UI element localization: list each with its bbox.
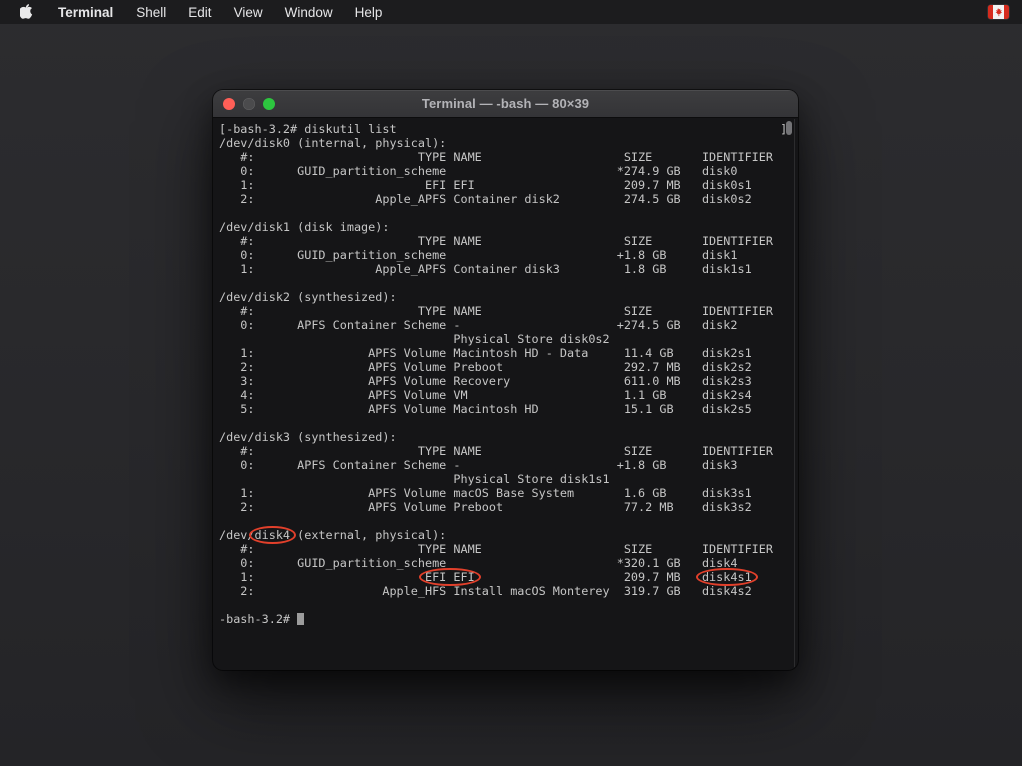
terminal-line: 1: APFS Volume macOS Base System 1.6 GB … bbox=[219, 486, 798, 500]
scrollbar-track bbox=[794, 119, 795, 667]
terminal-line bbox=[219, 514, 798, 528]
traffic-lights bbox=[223, 90, 275, 117]
input-source-menu[interactable] bbox=[985, 0, 1012, 24]
window-title: Terminal — -bash — 80×39 bbox=[422, 96, 589, 111]
terminal-line: 2: APFS Volume Preboot 77.2 MB disk3s2 bbox=[219, 500, 798, 514]
terminal-line: 4: APFS Volume VM 1.1 GB disk2s4 bbox=[219, 388, 798, 402]
terminal-output: [-bash-3.2# diskutil list ]/dev/disk0 (i… bbox=[219, 122, 798, 626]
terminal-content[interactable]: [-bash-3.2# diskutil list ]/dev/disk0 (i… bbox=[213, 119, 798, 670]
menu-window[interactable]: Window bbox=[274, 0, 344, 24]
menu-edit[interactable]: Edit bbox=[177, 0, 222, 24]
terminal-cursor bbox=[297, 613, 304, 625]
terminal-line bbox=[219, 598, 798, 612]
terminal-line: #: TYPE NAME SIZE IDENTIFIER bbox=[219, 444, 798, 458]
close-button[interactable] bbox=[223, 98, 235, 110]
terminal-line bbox=[219, 206, 798, 220]
terminal-line bbox=[219, 276, 798, 290]
terminal-line: [-bash-3.2# diskutil list ] bbox=[219, 122, 798, 136]
canada-flag-icon bbox=[988, 5, 1009, 19]
terminal-line: 5: APFS Volume Macintosh HD 15.1 GB disk… bbox=[219, 402, 798, 416]
terminal-line: 2: APFS Volume Preboot 292.7 MB disk2s2 bbox=[219, 360, 798, 374]
minimize-button[interactable] bbox=[243, 98, 255, 110]
terminal-line: /dev/disk3 (synthesized): bbox=[219, 430, 798, 444]
terminal-line: #: TYPE NAME SIZE IDENTIFIER bbox=[219, 542, 798, 556]
menu-view[interactable]: View bbox=[223, 0, 274, 24]
terminal-line: 2: Apple_APFS Container disk2 274.5 GB d… bbox=[219, 192, 798, 206]
terminal-line: /dev/disk0 (internal, physical): bbox=[219, 136, 798, 150]
terminal-line: #: TYPE NAME SIZE IDENTIFIER bbox=[219, 304, 798, 318]
apple-icon bbox=[20, 3, 33, 22]
terminal-line: /dev/disk4 (external, physical): bbox=[219, 528, 798, 542]
terminal-line: 0: GUID_partition_scheme *274.9 GB disk0 bbox=[219, 164, 798, 178]
menu-bar: Terminal Shell Edit View Window Help bbox=[0, 0, 1022, 24]
terminal-line: Physical Store disk1s1 bbox=[219, 472, 798, 486]
terminal-line: /dev/disk1 (disk image): bbox=[219, 220, 798, 234]
menu-shell[interactable]: Shell bbox=[125, 0, 177, 24]
terminal-line: 2: Apple_HFS Install macOS Monterey 319.… bbox=[219, 584, 798, 598]
terminal-line: 1: APFS Volume Macintosh HD - Data 11.4 … bbox=[219, 346, 798, 360]
terminal-line: -bash-3.2# bbox=[219, 612, 798, 626]
terminal-line: 0: APFS Container Scheme - +274.5 GB dis… bbox=[219, 318, 798, 332]
apple-menu[interactable] bbox=[0, 0, 46, 24]
terminal-line: #: TYPE NAME SIZE IDENTIFIER bbox=[219, 234, 798, 248]
scrollbar-thumb[interactable] bbox=[786, 121, 792, 135]
terminal-line: 1: EFI EFI 209.7 MB disk0s1 bbox=[219, 178, 798, 192]
terminal-line: 1: Apple_APFS Container disk3 1.8 GB dis… bbox=[219, 262, 798, 276]
terminal-line: 0: GUID_partition_scheme *320.1 GB disk4 bbox=[219, 556, 798, 570]
terminal-window: Terminal — -bash — 80×39 [-bash-3.2# dis… bbox=[213, 90, 798, 670]
terminal-line: /dev/disk2 (synthesized): bbox=[219, 290, 798, 304]
terminal-line: 0: APFS Container Scheme - +1.8 GB disk3 bbox=[219, 458, 798, 472]
menu-app-terminal[interactable]: Terminal bbox=[46, 0, 125, 24]
menu-help[interactable]: Help bbox=[344, 0, 394, 24]
terminal-line: 1: EFI EFI 209.7 MB disk4s1 bbox=[219, 570, 798, 584]
terminal-line: #: TYPE NAME SIZE IDENTIFIER bbox=[219, 150, 798, 164]
terminal-line bbox=[219, 416, 798, 430]
maple-leaf-icon bbox=[994, 7, 1003, 17]
terminal-line: 3: APFS Volume Recovery 611.0 MB disk2s3 bbox=[219, 374, 798, 388]
terminal-line: Physical Store disk0s2 bbox=[219, 332, 798, 346]
zoom-button[interactable] bbox=[263, 98, 275, 110]
terminal-line: 0: GUID_partition_scheme +1.8 GB disk1 bbox=[219, 248, 798, 262]
window-titlebar[interactable]: Terminal — -bash — 80×39 bbox=[213, 90, 798, 118]
